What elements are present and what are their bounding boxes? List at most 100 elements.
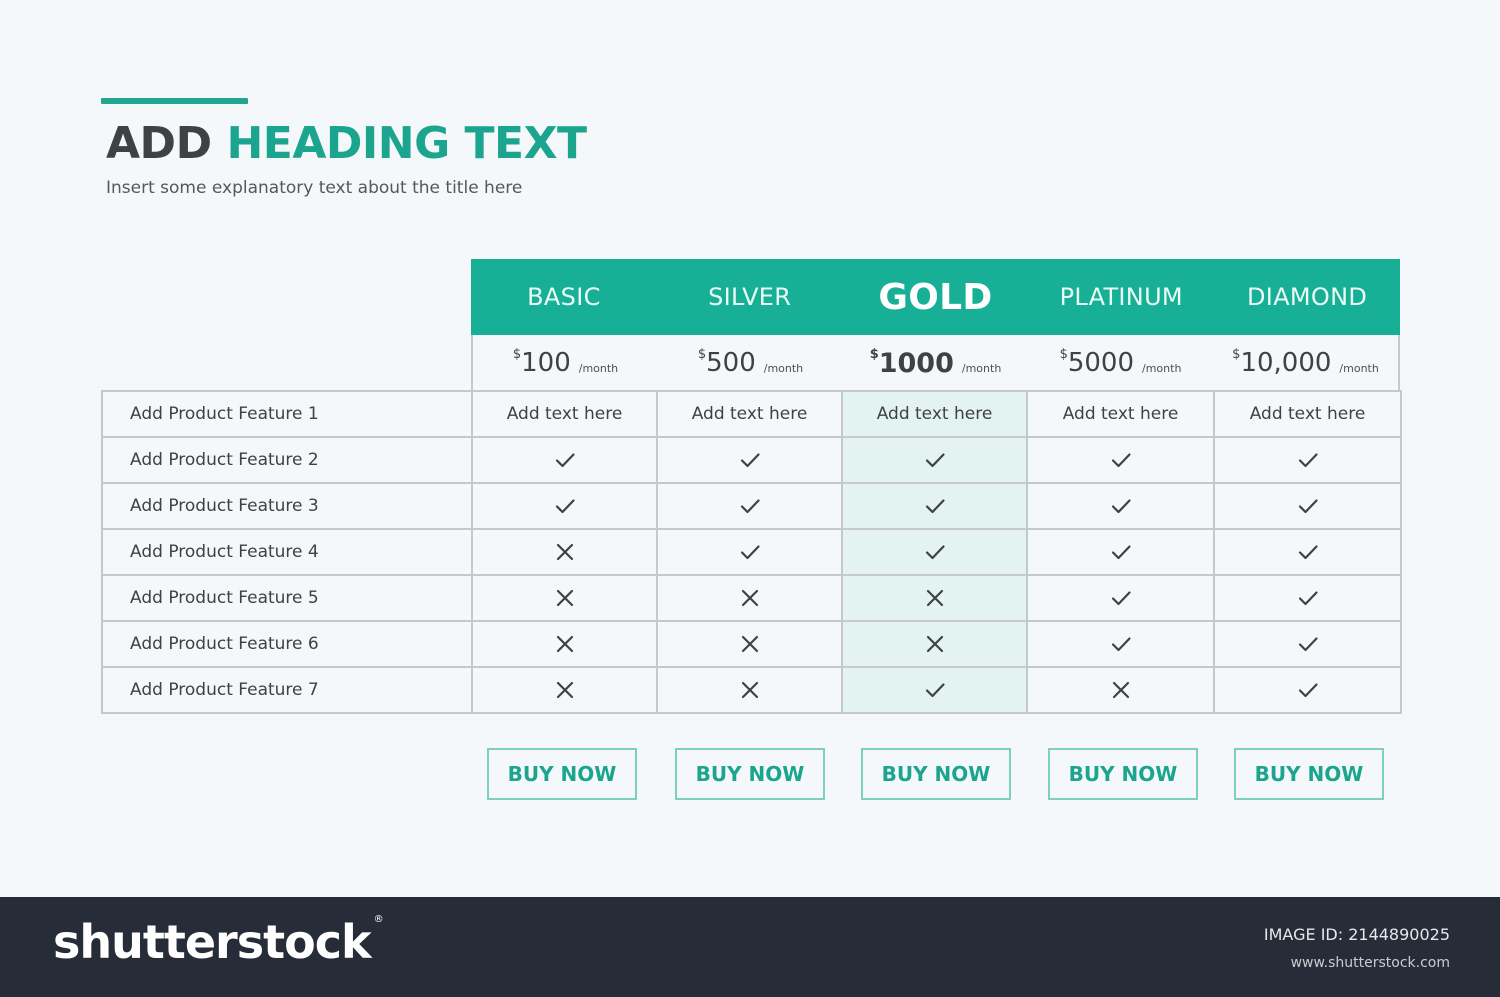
price-period: /month (1339, 361, 1379, 375)
price-amount: 500 (706, 348, 756, 378)
plan-name-basic: BASIC (527, 283, 601, 311)
currency-symbol: $ (1232, 346, 1241, 362)
cross-icon (554, 679, 576, 701)
currency-symbol: $ (697, 346, 707, 362)
cross-icon (554, 587, 576, 609)
feature-label: Add Product Feature 2 (101, 436, 473, 484)
buy-now-button-diamond[interactable]: BUY NOW (1234, 748, 1384, 800)
feature-cell (656, 620, 843, 668)
feature-cell (1213, 436, 1402, 484)
feature-cell (656, 666, 843, 714)
feature-label: Add Product Feature 7 (101, 666, 473, 714)
feature-row: Add Product Feature 6 (101, 620, 1402, 668)
feature-cell (471, 436, 658, 484)
feature-cell (1026, 574, 1215, 622)
feature-cell-text: Add text here (1026, 390, 1215, 438)
feature-cell (1026, 666, 1215, 714)
check-icon (1297, 679, 1319, 701)
check-icon (1110, 541, 1132, 563)
feature-cell (1213, 482, 1402, 530)
feature-cell-text: Add text here (1213, 390, 1402, 438)
cross-icon (1110, 679, 1132, 701)
price-gold: $1000/month (843, 335, 1028, 391)
price-amount: 5000 (1067, 348, 1135, 378)
cross-icon (924, 633, 946, 655)
shutterstock-logo: shutterstock ® (53, 913, 384, 969)
check-icon (1297, 495, 1319, 517)
plan-name-gold: GOLD (878, 276, 993, 318)
cross-icon (739, 633, 761, 655)
price-basic: $100/month (473, 335, 658, 391)
check-icon (924, 541, 946, 563)
feature-cell-text: Add text here (471, 390, 658, 438)
feature-cell (1213, 620, 1402, 668)
price-row: $100/month $500/month $1000/month $5000/mon… (471, 335, 1400, 391)
feature-label: Add Product Feature 4 (101, 528, 473, 576)
cross-icon (554, 541, 576, 563)
feature-cell (841, 482, 1028, 530)
check-icon (1297, 587, 1319, 609)
feature-row: Add Product Feature 2 (101, 436, 1402, 484)
buy-now-button-platinum[interactable]: BUY NOW (1048, 748, 1198, 800)
price-period: /month (961, 361, 1002, 375)
price-period: /month (578, 361, 619, 375)
feature-cell (841, 620, 1028, 668)
feature-cell (1026, 528, 1215, 576)
price-platinum: $5000/month (1028, 335, 1213, 391)
footer-bar: shutterstock ® IMAGE ID: 2144890025 www.s… (0, 897, 1500, 997)
cross-icon (739, 679, 761, 701)
price-period: /month (763, 361, 804, 375)
feature-comparison-table: Add Product Feature 1 Add text here Add te… (101, 390, 1402, 714)
price-amount: 100 (521, 348, 571, 378)
feature-cell (841, 528, 1028, 576)
check-icon (924, 449, 946, 471)
price-amount: 10,000 (1240, 348, 1332, 378)
feature-cell (841, 666, 1028, 714)
check-icon (1110, 587, 1132, 609)
plan-name-silver: SILVER (708, 283, 792, 311)
currency-symbol: $ (512, 346, 522, 362)
buy-now-button-basic[interactable]: BUY NOW (487, 748, 637, 800)
buy-now-button-silver[interactable]: BUY NOW (675, 748, 825, 800)
feature-cell (1213, 574, 1402, 622)
feature-cell (1026, 482, 1215, 530)
price-silver: $500/month (658, 335, 843, 391)
feature-cell (471, 620, 658, 668)
feature-row: Add Product Feature 7 (101, 666, 1402, 714)
plan-header-band: BASIC SILVER GOLD PLATINUM DIAMOND (471, 259, 1400, 335)
cross-icon (924, 587, 946, 609)
check-icon (739, 541, 761, 563)
feature-cell (1213, 528, 1402, 576)
check-icon (924, 495, 946, 517)
cross-icon (739, 587, 761, 609)
title-part-accent: HEADING TEXT (226, 118, 587, 169)
check-icon (554, 495, 576, 517)
feature-row: Add Product Feature 4 (101, 528, 1402, 576)
currency-symbol: $ (1059, 346, 1068, 362)
feature-cell (471, 666, 658, 714)
check-icon (739, 449, 761, 471)
buy-now-button-gold[interactable]: BUY NOW (861, 748, 1011, 800)
site-url: www.shutterstock.com (1290, 955, 1450, 971)
price-period: /month (1142, 361, 1182, 375)
check-icon (1110, 633, 1132, 655)
feature-cell (656, 528, 843, 576)
feature-row: Add Product Feature 1 Add text here Add te… (101, 390, 1402, 438)
check-icon (554, 449, 576, 471)
feature-label: Add Product Feature 1 (101, 390, 473, 438)
check-icon (1297, 541, 1319, 563)
heading-accent-line (101, 98, 248, 104)
cross-icon (554, 633, 576, 655)
feature-label: Add Product Feature 5 (101, 574, 473, 622)
feature-cell (1026, 436, 1215, 484)
feature-cell (656, 574, 843, 622)
feature-cell (841, 574, 1028, 622)
feature-row: Add Product Feature 5 (101, 574, 1402, 622)
check-icon (924, 679, 946, 701)
feature-cell (656, 482, 843, 530)
price-amount: 1000 (878, 347, 954, 379)
feature-cell-text: Add text here (656, 390, 843, 438)
plan-name-platinum: PLATINUM (1059, 283, 1183, 311)
feature-cell (841, 436, 1028, 484)
check-icon (1297, 633, 1319, 655)
